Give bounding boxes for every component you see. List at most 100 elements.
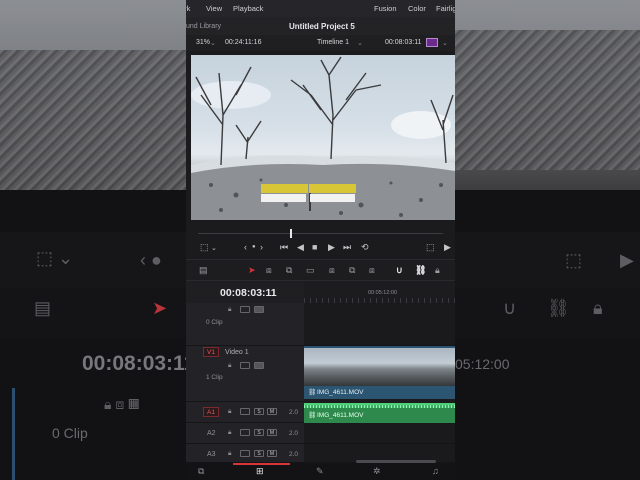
audio-clip[interactable]: IMG_4611.MOV ⛓ xyxy=(304,403,455,423)
linked-selection-icon[interactable]: ⛓ xyxy=(415,265,426,276)
viewer-options-icon[interactable] xyxy=(426,38,438,47)
auto-select-icon-a1[interactable] xyxy=(240,408,250,415)
bg-lock-icon: 🔒︎ ⧈ ▦ xyxy=(104,396,140,412)
fusion-page-icon[interactable]: ✎ xyxy=(316,466,324,477)
solo-button-a1[interactable]: S xyxy=(254,408,264,415)
trim-tool-icon[interactable]: ⧈ xyxy=(266,265,272,276)
track-tag-v1[interactable]: V1 xyxy=(203,347,219,357)
track-lock-icon-a3[interactable]: 🔒︎ xyxy=(228,450,231,458)
solo-button-a2[interactable]: S xyxy=(254,429,264,436)
auto-select-icon-a3[interactable] xyxy=(240,450,250,457)
timeline-ruler[interactable]: 00:05:12:00 xyxy=(304,281,455,303)
bg-link-icon: ⛓ xyxy=(547,298,570,318)
mute-button-a3[interactable]: M xyxy=(267,450,277,457)
solo-button-a3[interactable]: S xyxy=(254,450,264,457)
prev-edit-icon[interactable]: ‹ xyxy=(244,242,247,252)
bg-snap-icon: ∪ xyxy=(503,298,517,318)
auto-select-icon-a2[interactable] xyxy=(240,429,250,436)
menu-item-fairlight[interactable]: Fairlig xyxy=(436,4,455,13)
auto-select-icon[interactable] xyxy=(240,306,250,313)
viewer-fit-icon[interactable]: ⬚ xyxy=(200,242,209,253)
track-name-v1[interactable]: Video 1 xyxy=(225,349,249,356)
edit-page-icon[interactable]: ⊞ xyxy=(256,466,264,477)
track-header-empty[interactable]: 🔒︎ 0 Clip xyxy=(186,303,304,346)
overwrite-clip-icon[interactable]: ⧉ xyxy=(349,265,355,276)
viewer-options-dropdown-icon[interactable]: ⌄ xyxy=(442,39,448,47)
track-header-v1[interactable]: V1 Video 1 🔒︎ 1 Clip xyxy=(186,346,304,402)
color-page-icon[interactable]: ✲ xyxy=(373,466,381,477)
timeline-dropdown-icon[interactable]: ⌄ xyxy=(357,39,363,47)
disable-track-icon-v1[interactable] xyxy=(254,362,264,369)
timeline-selector[interactable]: Timeline 1 xyxy=(317,39,349,46)
track-header-a1[interactable]: A1 🔒︎ S M 2.0 xyxy=(186,402,304,423)
mute-button-a1[interactable]: M xyxy=(267,408,277,415)
loop-icon[interactable]: ⟲ xyxy=(361,242,369,253)
bg-arrow-icon: ▶ xyxy=(620,250,634,270)
insert-clip-icon[interactable]: ⧈ xyxy=(329,265,335,276)
bg-lock2-icon: 🔒︎ xyxy=(593,298,603,318)
zoom-level[interactable]: 31% xyxy=(196,39,210,46)
track-lane-a2[interactable] xyxy=(304,423,455,444)
transport-controls: ⬚ ⌄ ‹ ● › ⏮ ◀ ■ ▶ ⏭ ⟲ ⬚ ▶ xyxy=(186,240,455,256)
background-right: ⬚ ▶ ∪ ⛓ 🔒︎ 05:12:00 xyxy=(455,0,640,480)
timeline-timecode: 00:08:03:11 xyxy=(220,287,277,299)
track-tag-a2[interactable]: A2 xyxy=(207,430,216,437)
stop-icon[interactable]: ■ xyxy=(312,242,317,252)
background-photo-right xyxy=(455,0,640,190)
timeline-duration: 00:24:11:16 xyxy=(225,39,262,46)
dynamic-trim-icon[interactable]: ▭ xyxy=(306,265,315,276)
page-navigation-bar: ⧉ ⊞ ✎ ✲ ♫ xyxy=(186,463,455,480)
audio-clip-name: IMG_4611.MOV xyxy=(317,412,364,419)
selection-tool-icon[interactable]: ➤ xyxy=(248,265,256,276)
video-clip[interactable]: IMG_4611.MOV ⛓ xyxy=(304,346,455,399)
track-tag-a3[interactable]: A3 xyxy=(207,451,216,458)
mark-dot-icon[interactable]: ● xyxy=(252,244,256,250)
zoom-dropdown-icon[interactable]: ⌄ xyxy=(210,39,216,47)
ruler-time-label: 00:05:12:00 xyxy=(368,290,398,296)
video-viewer[interactable] xyxy=(191,55,455,220)
viewer-scrubber[interactable] xyxy=(186,226,455,240)
fullscreen-icon[interactable]: ⬚ xyxy=(426,242,435,253)
go-to-end-icon[interactable]: ⏭ xyxy=(343,242,351,253)
next-frame-icon[interactable]: ▶ xyxy=(444,242,451,253)
viewer-fit-dropdown-icon[interactable]: ⌄ xyxy=(211,244,217,252)
sound-library-tab[interactable]: und Library xyxy=(186,23,221,30)
track-clip-count-v1: 1 Clip xyxy=(206,374,223,381)
menu-item-color[interactable]: Color xyxy=(408,4,426,13)
scrubber-playhead[interactable] xyxy=(290,229,292,238)
track-volume-a3: 2.0 xyxy=(289,451,299,458)
clip-link-icon: ⛓ xyxy=(308,389,317,396)
snapping-icon[interactable]: ∪ xyxy=(396,265,403,276)
menu-bar: ark View Playback Fusion Color Fairlig xyxy=(186,0,455,17)
edit-toolbar: ▤ ➤ ⧈ ⧉ ▭ ⧈ ⧉ ⧈ ∪ ⛓ 🔒︎ xyxy=(186,259,455,281)
bg-viewer-icon: ⬚ ⌄ xyxy=(36,248,74,268)
track-header-a2[interactable]: A2 🔒︎ S M 2.0 xyxy=(186,423,304,444)
play-reverse-icon[interactable]: ◀ xyxy=(297,242,304,253)
blade-tool-icon[interactable]: ⧉ xyxy=(286,265,292,276)
timeline-view-options-icon[interactable]: ▤ xyxy=(199,265,208,276)
menu-item-playback[interactable]: Playback xyxy=(233,4,263,13)
cut-page-icon[interactable]: ⧉ xyxy=(198,466,204,477)
play-icon[interactable]: ▶ xyxy=(328,242,335,253)
go-to-start-icon[interactable]: ⏮ xyxy=(280,242,288,253)
menu-item-view[interactable]: View xyxy=(206,4,222,13)
position-lock-icon[interactable]: 🔒︎ xyxy=(435,265,440,276)
track-lock-icon-a2[interactable]: 🔒︎ xyxy=(228,429,231,437)
track-tag-a1[interactable]: A1 xyxy=(203,407,219,417)
track-lock-icon[interactable]: 🔒︎ xyxy=(228,306,231,314)
disable-track-icon[interactable] xyxy=(254,306,264,313)
fairlight-page-icon[interactable]: ♫ xyxy=(432,466,439,476)
viewer-timecode: 00:08:03:11 xyxy=(385,39,422,46)
track-lane-empty[interactable] xyxy=(304,303,455,346)
active-page-indicator xyxy=(233,463,290,465)
viewer-header: 31% ⌄ 00:24:11:16 Timeline 1 ⌄ 00:08:03:… xyxy=(186,35,455,51)
menu-item-fusion[interactable]: Fusion xyxy=(374,4,397,13)
mute-button-a2[interactable]: M xyxy=(267,429,277,436)
auto-select-icon-v1[interactable] xyxy=(240,362,250,369)
menu-item-bookmark[interactable]: ark xyxy=(186,4,190,13)
next-edit-icon[interactable]: › xyxy=(260,242,263,252)
replace-clip-icon[interactable]: ⧈ xyxy=(369,265,375,276)
track-header-a3[interactable]: A3 🔒︎ S M 2.0 xyxy=(186,444,304,463)
track-lock-icon-a1[interactable]: 🔒︎ xyxy=(228,408,231,416)
track-lock-icon-v1[interactable]: 🔒︎ xyxy=(228,362,231,370)
